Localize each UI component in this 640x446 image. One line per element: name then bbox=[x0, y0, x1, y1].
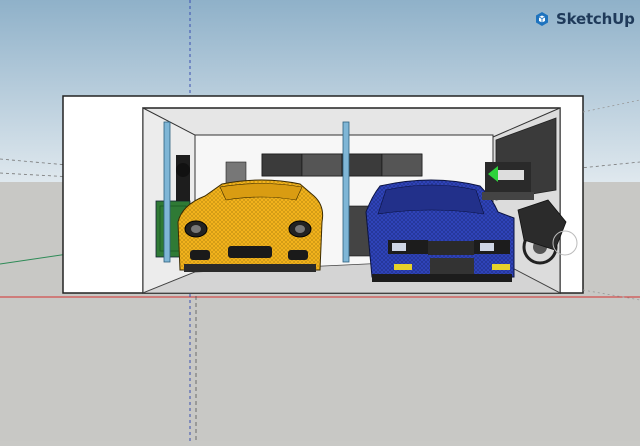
sketchup-brand: SketchUp bbox=[534, 10, 635, 28]
wall-shelf-right[interactable] bbox=[482, 162, 534, 200]
sketchup-logo-icon bbox=[536, 12, 548, 26]
3d-viewport[interactable] bbox=[0, 0, 640, 441]
brand-name: SketchUp bbox=[556, 10, 635, 28]
lift-pillar-left[interactable] bbox=[163, 121, 171, 263]
lift-pillar-center[interactable] bbox=[342, 121, 350, 263]
